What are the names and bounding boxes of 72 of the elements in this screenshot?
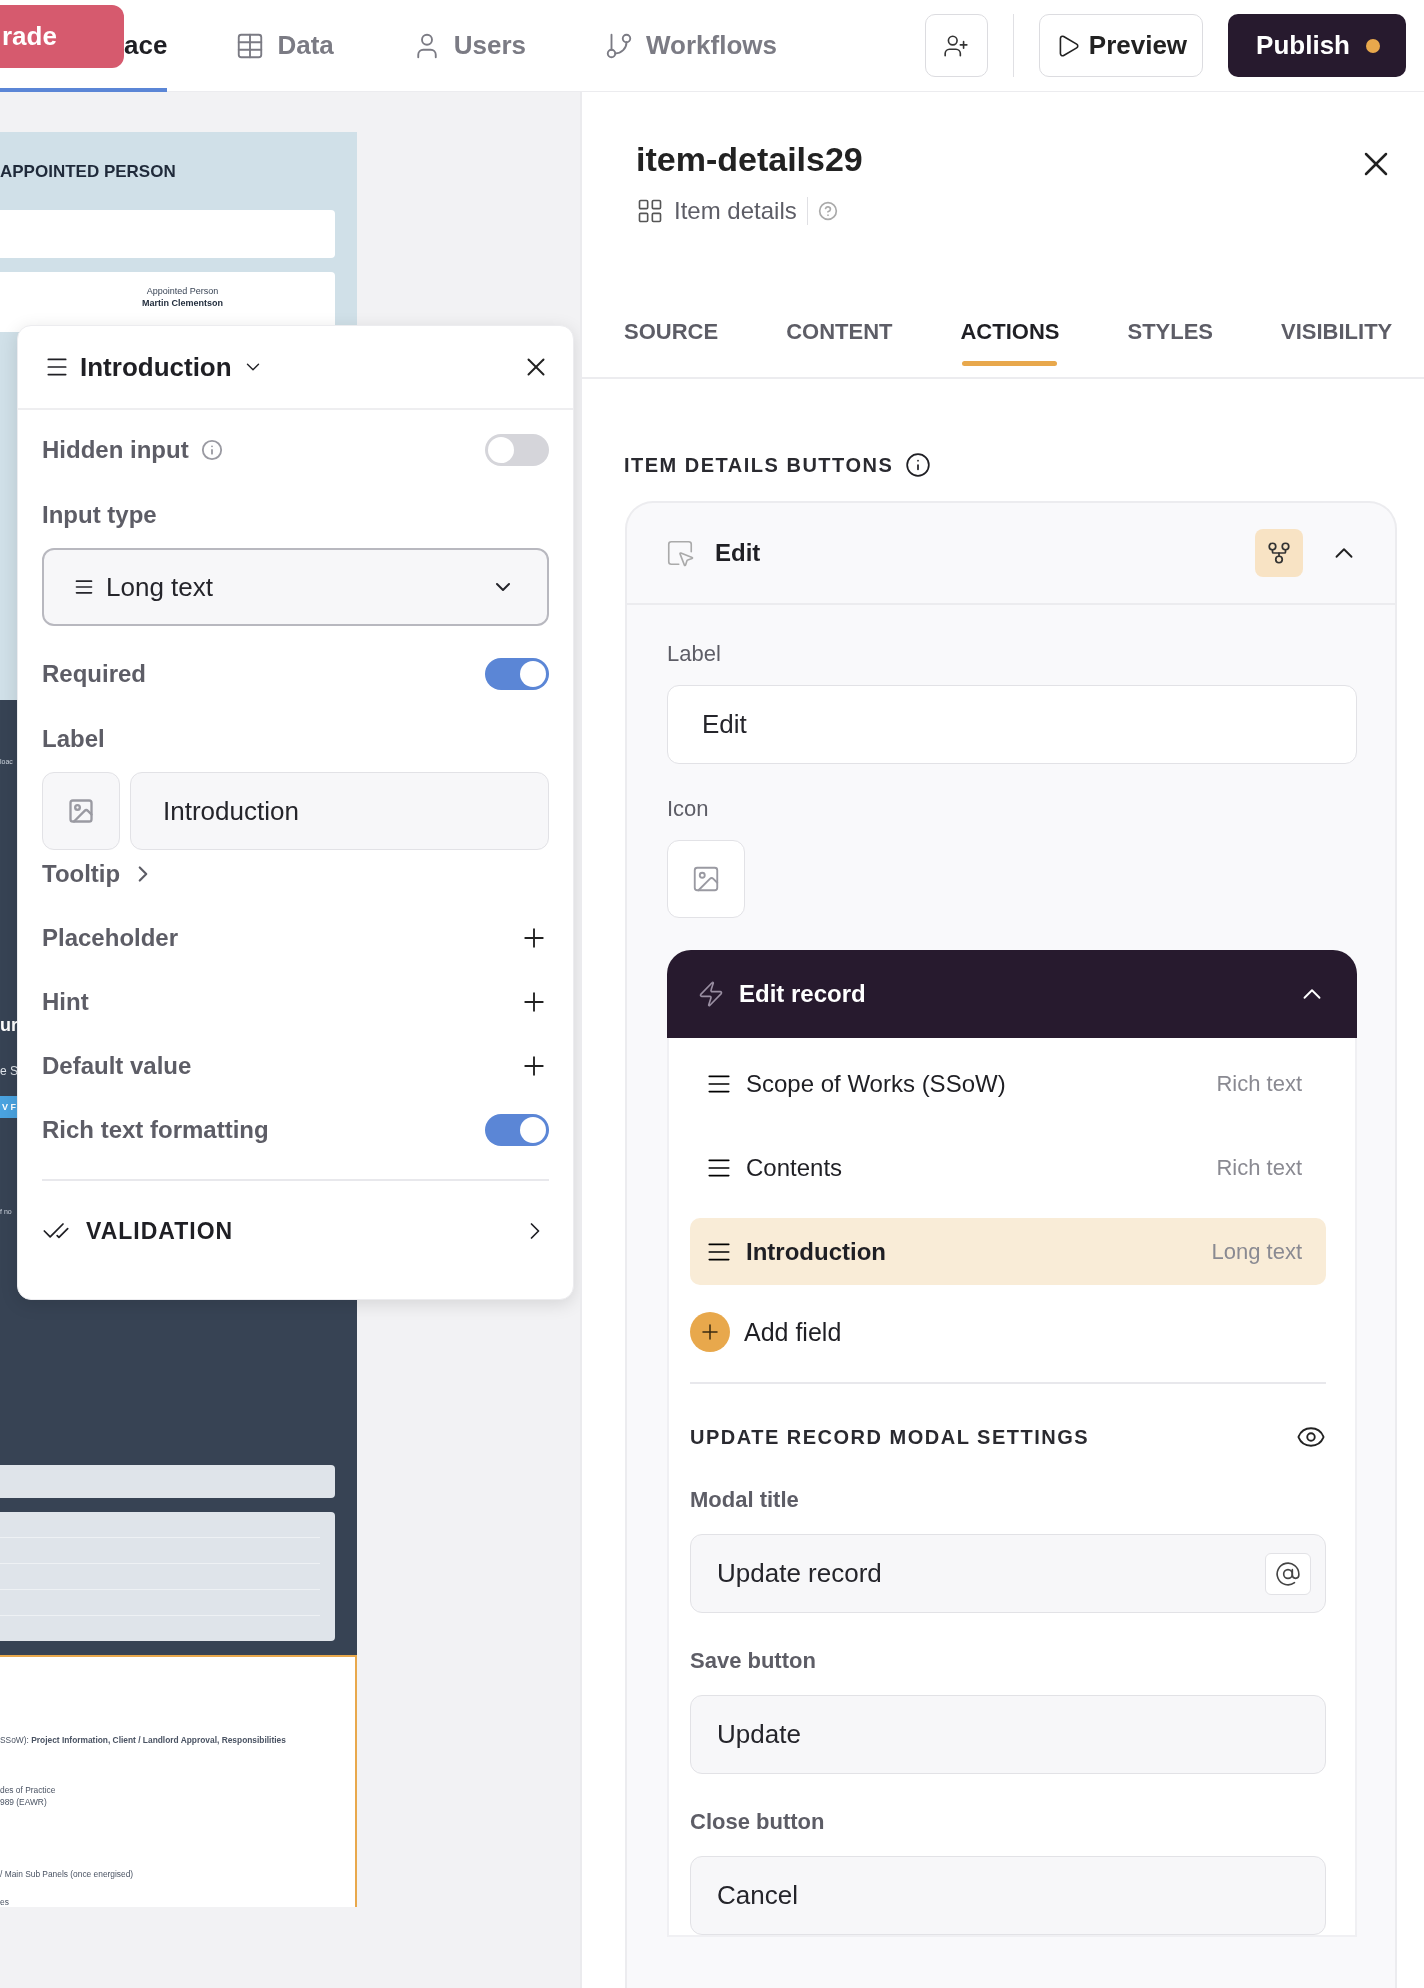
card-value: Martin Clementson [142,298,223,308]
add-field-button[interactable]: Add field [690,1302,1326,1362]
panel-tab[interactable]: CONTENT [786,319,893,379]
add-user-icon [943,32,970,59]
image-icon [691,864,721,894]
input-field[interactable]: Cancel [690,1856,1326,1935]
input-type-dropdown[interactable]: Long text [42,548,549,626]
document-text: des of Practice [0,1785,57,1795]
field-row[interactable]: Introduction Long text [690,1218,1326,1285]
panel-title: item-details29 [636,140,863,179]
input-field[interactable]: Update [690,1695,1326,1774]
field-label: Required [42,660,146,688]
field-label: Placeholder [42,924,179,952]
field-label: Label [667,640,722,668]
field-title-dropdown[interactable]: Introduction [80,351,264,383]
input-field[interactable]: Introduction [130,772,549,850]
field-label: Input type [42,501,157,529]
lines-icon [74,577,94,597]
publish-button[interactable]: Publish [1228,14,1406,77]
icon-picker[interactable] [667,840,745,918]
branch-button[interactable] [1255,529,1303,577]
document-text: / Main Sub Panels (once energised) [0,1869,135,1879]
branch-icon [1266,540,1292,566]
field-label: Hidden input [42,436,189,464]
document-text: SSoW): Project Information, Client / Landlord Approval, Responsibilities [0,1735,287,1745]
toggle-switch[interactable] [485,658,549,690]
icon-picker[interactable] [42,772,120,850]
nav-tab[interactable]: Workflows [604,0,777,92]
grid-icon [636,197,664,225]
info-icon[interactable] [905,452,932,478]
field-label: Save button [690,1647,817,1675]
image-icon [67,797,95,825]
field-label: Modal title [690,1486,800,1514]
document-text: es [0,1897,10,1907]
field-label: Label [42,725,105,753]
panel-tab[interactable]: STYLES [1127,319,1214,379]
component-type: Item details [674,197,808,225]
tooltip-link[interactable]: Tooltip [42,850,157,898]
upgrade-button[interactable]: rade [0,5,124,68]
field-label: Rich text formatting [42,1116,269,1144]
document-text: e S [0,1064,18,1078]
field-label: Hint [42,988,89,1016]
invite-user-button[interactable] [924,14,988,77]
field-row[interactable]: Scope of Works (SSoW) Rich text [690,1050,1326,1117]
panel-tab[interactable]: ACTIONS [960,319,1060,379]
field-label: Close button [690,1808,826,1836]
toggle-switch[interactable] [485,1114,549,1146]
nav-tab[interactable]: Users [411,0,527,92]
input-field[interactable]: Update record [690,1534,1326,1613]
panel-tab[interactable]: VISIBILITY [1281,319,1393,379]
input-field[interactable]: Edit [667,685,1357,764]
field-label: Default value [42,1052,192,1080]
document-text: ur [0,1015,18,1036]
button-name: Edit [715,539,762,567]
action-title: Edit record [739,980,867,1008]
action-header[interactable]: Edit record [667,950,1357,1038]
section-title: UPDATE RECORD MODAL SETTINGS [690,1425,1090,1449]
validation-section[interactable]: VALIDATION [42,1181,549,1281]
card-label: Appointed Person [146,286,219,296]
toggle-switch[interactable] [485,434,549,466]
document-text: 989 (EAWR) [0,1797,48,1807]
section-title: ITEM DETAILS BUTTONS [624,453,894,477]
at-sign-icon [1275,1560,1301,1587]
panel-tab[interactable]: SOURCE [624,319,719,379]
nav-tab[interactable]: Data [235,0,334,92]
mention-button[interactable] [1265,1552,1311,1595]
section-heading: APPOINTED PERSON [0,162,177,183]
field-row[interactable]: Contents Rich text [690,1134,1326,1201]
lightning-icon [697,980,725,1008]
preview-button[interactable]: Preview [1038,14,1204,77]
cursor-icon [665,538,695,568]
field-label: Icon [667,795,710,823]
